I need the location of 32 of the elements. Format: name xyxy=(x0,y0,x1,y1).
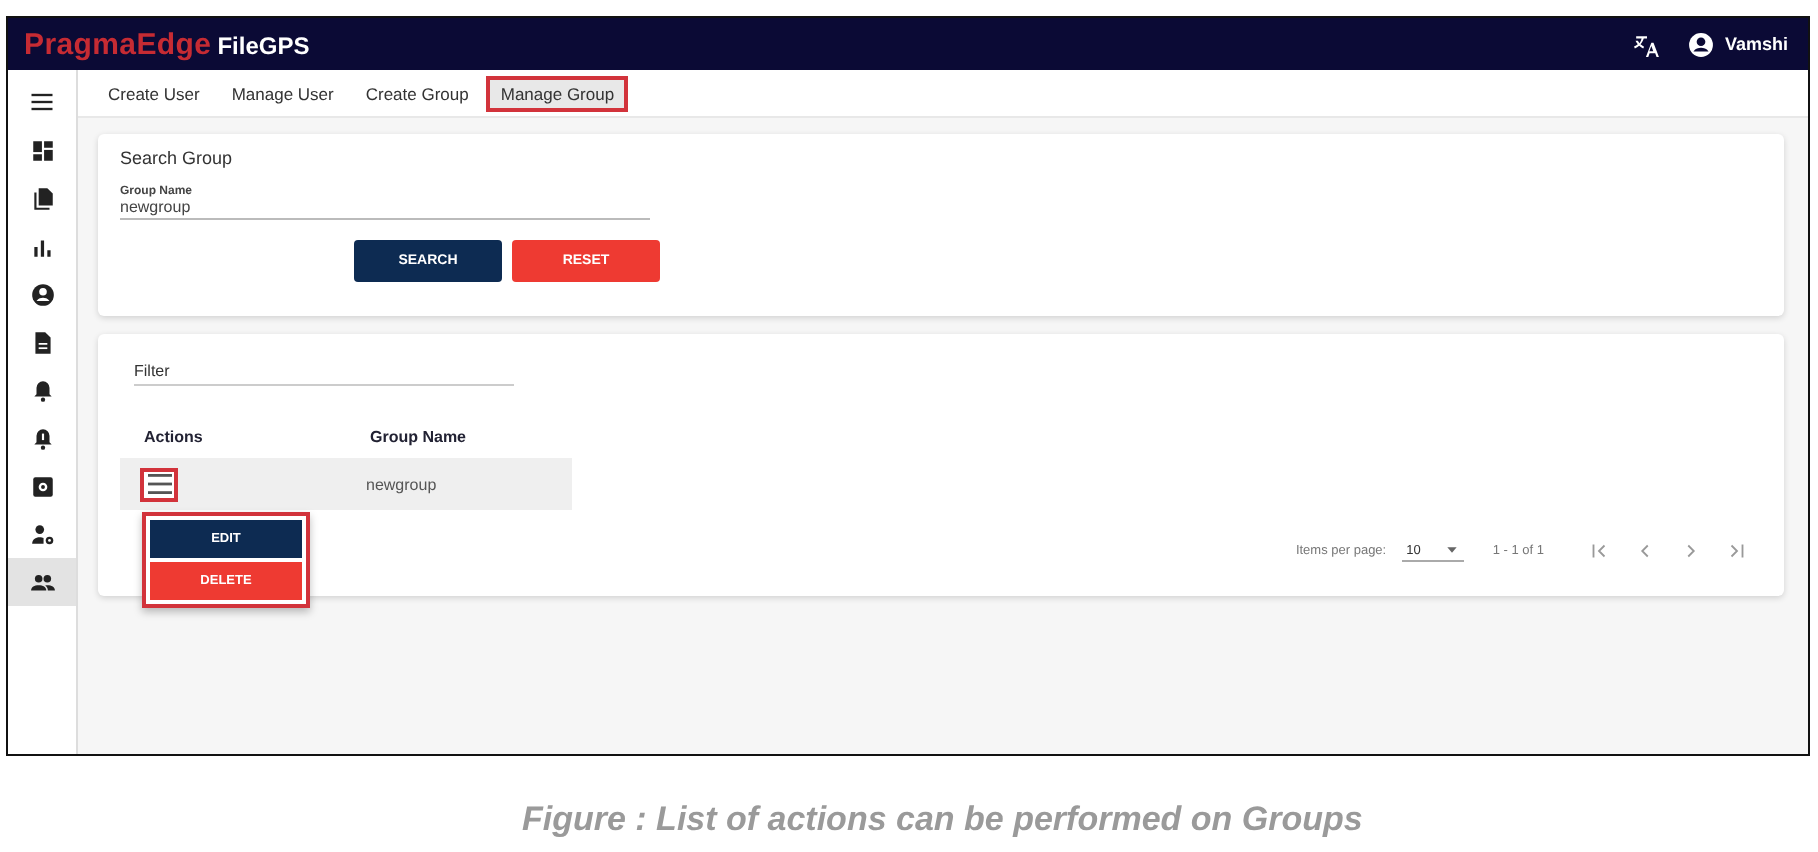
document-icon xyxy=(29,329,55,355)
settings-icon xyxy=(29,473,55,499)
documents-icon xyxy=(29,185,55,211)
bell-icon xyxy=(29,377,55,403)
column-header: Actions xyxy=(142,427,205,445)
figure-caption: Figure : List of actions can be performed on Groups xyxy=(522,800,1365,840)
menu-icon[interactable] xyxy=(28,88,56,116)
row-menu-button[interactable] xyxy=(140,467,178,501)
tab[interactable]: Manage User xyxy=(217,75,348,111)
group-name-field[interactable]: newgroup xyxy=(120,198,650,220)
group-icon xyxy=(29,569,55,595)
user-settings-icon xyxy=(29,521,55,547)
column-header: Group Name xyxy=(368,427,469,445)
bell-icon xyxy=(29,425,55,451)
filter-field[interactable]: Filter xyxy=(134,358,514,386)
logo-text: PragmaEdge xyxy=(24,27,212,61)
account-icon xyxy=(29,281,55,307)
tab[interactable]: Create User xyxy=(94,75,214,111)
product-name: FileGPS xyxy=(217,31,310,59)
caret-icon xyxy=(1444,542,1461,558)
last-page-icon[interactable] xyxy=(1726,540,1748,562)
translate-icon[interactable] xyxy=(1634,31,1661,57)
sidebar-item[interactable] xyxy=(8,558,76,606)
account-icon xyxy=(1688,31,1715,57)
user-name[interactable]: Vamshi xyxy=(1724,34,1788,54)
dashboard-icon xyxy=(29,137,55,163)
tab[interactable]: Create Group xyxy=(351,75,483,111)
menu-icon xyxy=(147,474,171,494)
tab[interactable]: Manage Group xyxy=(486,75,629,111)
first-page-icon[interactable] xyxy=(1588,540,1610,562)
section-title: Search Group xyxy=(120,148,235,168)
table-cell-text: newgroup xyxy=(364,475,439,493)
